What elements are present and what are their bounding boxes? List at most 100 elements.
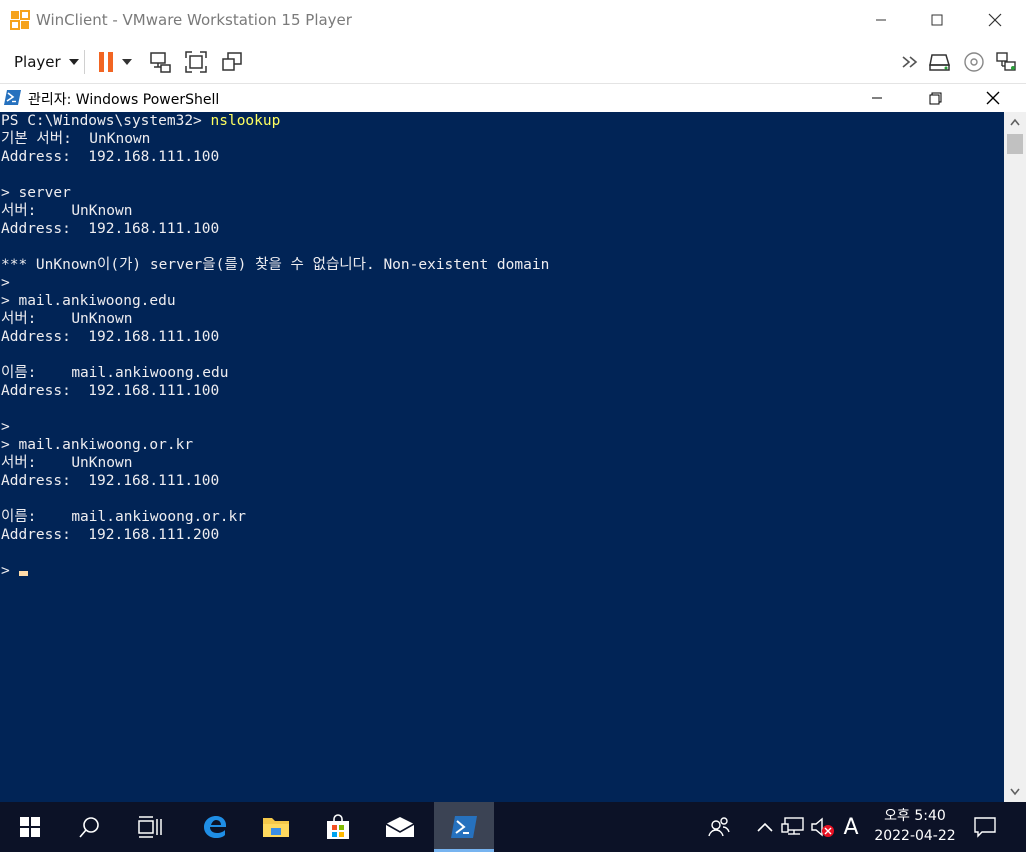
console-current-prompt: > [1,563,19,579]
chevron-up-icon [757,822,773,832]
clock-time: 오후 5:40 [884,808,946,824]
player-menu-button[interactable]: Player [6,48,87,76]
minimize-icon [872,97,882,99]
close-button[interactable] [966,0,1024,40]
console-line: > [1,275,10,291]
network-device-button[interactable] [992,48,1020,76]
people-icon [708,817,730,837]
powershell-minimize-button[interactable] [848,84,906,112]
console-line: Address: 192.168.111.100 [1,149,220,165]
console-prompt: PS C:\Windows\system32> [1,113,211,129]
mail-icon [385,817,415,837]
edge-browser-icon [204,816,226,838]
console-line: > mail.ankiwoong.or.kr [1,437,194,453]
console-line: *** UnKnown이(가) server을(를) 찾을 수 없습니다. No… [1,257,550,273]
console-line: 서버: UnKnown [1,311,133,327]
maximize-button[interactable] [908,0,966,40]
input-method-indicator[interactable]: A [838,814,864,840]
window-title: WinClient - VMware Workstation 15 Player [36,11,352,29]
pause-icon [99,52,113,72]
console-line: 서버: UnKnown [1,455,133,471]
taskbar-clock[interactable]: 오후 5:40 2022-04-22 [870,806,960,848]
powershell-titlebar: 관리자: Windows PowerShell [0,84,1026,112]
taskbar-mail[interactable] [370,802,430,852]
console-line: 서버: UnKnown [1,203,133,219]
taskbar-powershell[interactable] [434,802,494,852]
scroll-down-button[interactable] [1004,782,1026,802]
chevron-down-icon [68,59,79,65]
full-screen-button[interactable] [182,48,210,76]
double-chevron-right-icon [902,56,918,68]
pause-button[interactable] [92,48,120,76]
powershell-close-button[interactable] [964,84,1022,112]
network-status-button[interactable] [780,814,806,840]
scroll-up-arrow-icon [1010,118,1020,126]
console-input-line[interactable]: > [1,562,549,580]
scroll-up-button[interactable] [1004,112,1026,132]
scrollbar-thumb[interactable] [1007,134,1023,154]
powershell-icon [4,90,21,105]
task-view-icon [138,816,162,838]
console-command-line: PS C:\Windows\system32> nslookup [1,112,549,130]
cd-dvd-device-button[interactable] [960,48,988,76]
vmware-titlebar: WinClient - VMware Workstation 15 Player [0,0,1026,40]
folder-icon [263,818,289,837]
console-line: Address: 192.168.111.100 [1,473,220,489]
clock-date: 2022-04-22 [874,828,956,844]
console-line: 이름: mail.ankiwoong.edu [1,365,229,381]
taskbar-edge[interactable] [186,802,246,852]
player-menu-label: Player [14,53,61,71]
store-bag-icon [327,814,349,839]
ctrl-alt-del-icon [150,52,171,73]
console-line: Address: 192.168.111.100 [1,329,220,345]
taskbar-file-explorer[interactable] [246,802,306,852]
console-line: Address: 192.168.111.100 [1,221,220,237]
console-line: 기본 서버: UnKnown [1,131,151,147]
windows-logo-icon [20,817,40,837]
console-line: Address: 192.168.111.100 [1,383,220,399]
toolbar-divider [84,50,85,74]
expand-devices-button[interactable] [896,48,924,76]
chevron-down-icon [122,59,132,65]
console-line: Address: 192.168.111.200 [1,527,220,543]
power-options-dropdown[interactable] [118,48,136,76]
console-line: > mail.ankiwoong.edu [1,293,176,309]
send-ctrl-alt-del-button[interactable] [146,48,174,76]
start-button[interactable] [0,802,60,852]
notification-icon [974,817,996,838]
network-adapter-icon [996,52,1016,71]
hard-disk-device-button[interactable] [926,48,954,76]
show-hidden-icons-button[interactable] [752,814,778,840]
powershell-console[interactable]: PS C:\Windows\system32> nslookup 기본 서버: … [0,112,1004,802]
action-center-button[interactable] [972,814,998,840]
cd-icon [964,52,984,72]
minimize-icon [876,19,886,21]
unity-button[interactable] [218,48,246,76]
console-scrollbar[interactable] [1004,112,1026,802]
console-line: 이름: mail.ankiwoong.or.kr [1,509,246,525]
minimize-button[interactable] [852,0,910,40]
search-icon [79,817,99,838]
people-button[interactable] [706,814,732,840]
search-button[interactable] [60,802,120,852]
vmware-toolbar: Player [0,40,1026,84]
volume-muted-icon [811,817,834,837]
fullscreen-icon [185,51,207,73]
hard-disk-icon [929,54,951,71]
powershell-icon [451,816,477,838]
restore-icon [929,92,941,104]
close-icon [988,13,1002,27]
powershell-restore-button[interactable] [906,84,964,112]
console-output: PS C:\Windows\system32> nslookup 기본 서버: … [1,112,549,580]
taskbar-store[interactable] [308,802,368,852]
volume-button[interactable] [810,814,836,840]
text-cursor [19,571,29,576]
console-command: nslookup [210,113,281,129]
task-view-button[interactable] [120,802,180,852]
console-line: > server [1,185,71,201]
